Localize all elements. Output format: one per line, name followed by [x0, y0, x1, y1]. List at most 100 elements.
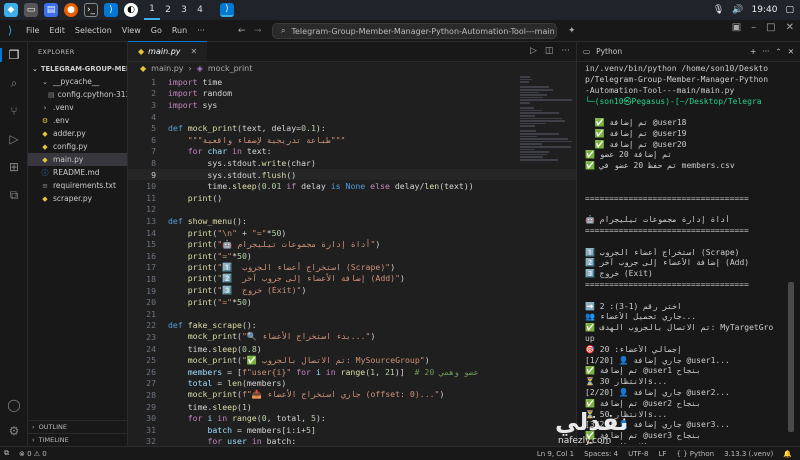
minimize-icon[interactable]: – — [751, 22, 756, 33]
explorer-item[interactable]: ◆ main.py — [28, 153, 127, 166]
terminal-name[interactable]: Python — [596, 47, 622, 56]
explorer-item[interactable]: ≡ requirements.txt — [28, 179, 127, 192]
browser-icon[interactable]: ◐ — [124, 3, 138, 17]
terminal-app-icon[interactable]: ›_ — [84, 3, 98, 17]
remote-indicator-icon[interactable]: ⧉ — [4, 449, 9, 458]
code-line[interactable]: 26 members = [f"user{i}" for i in range(… — [128, 366, 576, 378]
code-line[interactable]: 6 """طباعة تدريجية لإضفاء واقعية""" — [128, 134, 576, 146]
code-line[interactable]: 3 import sys — [128, 99, 576, 111]
workspace-3[interactable]: 3 — [176, 0, 192, 20]
explorer-item[interactable]: ⓘ README.md — [28, 166, 127, 179]
vscode-window-icon[interactable]: ⟩ — [220, 3, 234, 17]
project-root[interactable]: ⌄ TELEGRAM-GROUP-MEMB... — [28, 62, 127, 75]
code-line[interactable]: 22 def fake_scrape(): — [128, 320, 576, 332]
minimap[interactable] — [520, 76, 572, 161]
close-icon[interactable]: ✕ — [786, 22, 794, 33]
maximize-panel-icon[interactable]: ⌃ — [775, 47, 781, 56]
explorer-item[interactable]: ▤config.cpython-313.... — [28, 88, 127, 101]
app-launcher-icon[interactable]: ◆ — [4, 3, 18, 17]
desktop-icon[interactable]: ▭ — [24, 3, 38, 17]
tab-main-py[interactable]: ◆ main.py ✕ — [128, 41, 208, 61]
code-line[interactable]: 21 — [128, 308, 576, 320]
cursor-position[interactable]: Ln 9, Col 1 — [537, 450, 574, 458]
code-line[interactable]: 4 — [128, 111, 576, 123]
menu-item[interactable]: View — [122, 26, 141, 35]
menu-item[interactable]: Run — [172, 26, 187, 35]
extensions-icon[interactable]: ⊞ — [7, 160, 21, 174]
end-of-line[interactable]: LF — [659, 450, 667, 458]
account-icon[interactable]: ◯ — [7, 398, 21, 412]
code-line[interactable]: 27 total = len(members) — [128, 378, 576, 390]
add-terminal-icon[interactable]: + — [750, 47, 756, 56]
code-line[interactable]: 11 print() — [128, 192, 576, 204]
code-line[interactable]: 19 print("3️⃣ خروج (Exit)") — [128, 285, 576, 297]
python-interpreter[interactable]: 3.13.3 (.venv) — [724, 450, 773, 458]
menu-item[interactable]: Go — [151, 26, 162, 35]
explorer-item[interactable]: ◆ scraper.py — [28, 192, 127, 205]
close-panel-icon[interactable]: ✕ — [788, 47, 794, 56]
menu-item[interactable]: ··· — [197, 26, 205, 35]
back-arrow-icon[interactable]: ← — [238, 26, 246, 36]
more-actions-icon[interactable]: ··· — [561, 46, 570, 56]
more-actions-icon[interactable]: ··· — [762, 47, 769, 56]
code-line[interactable]: 16 print("="*50) — [128, 250, 576, 262]
run-file-icon[interactable]: ▷ — [530, 46, 537, 56]
code-line[interactable]: 2 import random — [128, 88, 576, 100]
split-editor-icon[interactable]: ◫ — [545, 46, 554, 56]
firefox-icon[interactable]: ● — [64, 3, 78, 17]
code-line[interactable]: 23 mock_print("🔍 بدء استخراج الأعضاء..."… — [128, 331, 576, 343]
explorer-item[interactable]: › .venv — [28, 101, 127, 114]
outline-section[interactable]: › OUTLINE — [28, 420, 128, 432]
command-center[interactable]: ⌕ Telegram-Group-Member-Manager-Python-A… — [272, 23, 557, 39]
menu-item[interactable]: Selection — [75, 26, 112, 35]
code-line[interactable]: 31 batch = members[i:i+5] — [128, 424, 576, 436]
source-control-icon[interactable]: ⑂ — [7, 104, 21, 118]
code-line[interactable]: 24 time.sleep(0.8) — [128, 343, 576, 355]
explorer-item[interactable]: ◆ adder.py — [28, 127, 127, 140]
code-line[interactable]: 5 def mock_print(text, delay=0.1): — [128, 122, 576, 134]
code-line[interactable]: 32 for user in batch: — [128, 436, 576, 446]
code-line[interactable]: 12 — [128, 204, 576, 216]
clock[interactable]: 19:40 — [752, 5, 778, 15]
maximize-icon[interactable]: □ — [766, 22, 775, 33]
code-line[interactable]: 10 time.sleep(0.01 if delay is None else… — [128, 180, 576, 192]
file-manager-icon[interactable]: ▤ — [44, 3, 58, 17]
code-editor[interactable]: 1 import time 2 import random 3 import sys 4 5 d… — [128, 76, 576, 446]
notifications-icon[interactable]: 🔔 — [783, 450, 792, 458]
indentation[interactable]: Spaces: 4 — [584, 450, 618, 458]
show-desktop-icon[interactable]: ▢ — [785, 5, 794, 15]
encoding[interactable]: UTF-8 — [628, 450, 648, 458]
code-line[interactable]: 18 print("2️⃣ إضافة الأعضاء إلى جروب آخر… — [128, 273, 576, 285]
code-line[interactable]: 8 sys.stdout.write(char) — [128, 157, 576, 169]
code-line[interactable]: 17 print("1️⃣ استخراج أعضاء الجروب (Scra… — [128, 262, 576, 274]
layout-icon[interactable]: ▣ — [732, 22, 741, 33]
code-line[interactable]: 1 import time — [128, 76, 576, 88]
code-line[interactable]: 15 print("🤖 أداة إدارة مجموعات تيليجرام"… — [128, 238, 576, 250]
explorer-item[interactable]: ⚙ .env — [28, 114, 127, 127]
vscode-app-icon[interactable]: ⟩ — [104, 3, 118, 17]
breadcrumb-file[interactable]: main.py — [151, 64, 183, 73]
explorer-item[interactable]: ◆ config.py — [28, 140, 127, 153]
menu-item[interactable]: Edit — [49, 26, 65, 35]
code-line[interactable]: 30 for i in range(0, total, 5): — [128, 412, 576, 424]
volume-icon[interactable]: 🔊 — [732, 5, 743, 15]
code-line[interactable]: 9 sys.stdout.flush() — [128, 169, 576, 181]
workspace-2[interactable]: 2 — [160, 0, 176, 20]
settings-gear-icon[interactable]: ⚙ — [7, 424, 21, 438]
language-mode[interactable]: { } Python — [676, 450, 714, 458]
code-line[interactable]: 29 time.sleep(1) — [128, 401, 576, 413]
run-debug-icon[interactable]: ▷ — [7, 132, 21, 146]
forward-arrow-icon[interactable]: → — [254, 26, 262, 36]
explorer-icon[interactable]: ❐ — [7, 48, 21, 62]
code-line[interactable]: 13 def show_menu(): — [128, 215, 576, 227]
remote-icon[interactable]: ⧉ — [7, 188, 21, 202]
timeline-section[interactable]: › TIMELINE — [28, 433, 128, 445]
workspace-4[interactable]: 4 — [192, 0, 208, 20]
code-line[interactable]: 14 print("\n" + "="*50) — [128, 227, 576, 239]
code-line[interactable]: 28 mock_print(f"📥 جاري استخراج الأعضاء (… — [128, 389, 576, 401]
explorer-item[interactable]: ⌄ __pycache__ — [28, 75, 127, 88]
close-tab-icon[interactable]: ✕ — [191, 47, 198, 56]
terminal-scrollbar[interactable] — [788, 282, 794, 432]
breadcrumb-symbol[interactable]: mock_print — [208, 64, 253, 73]
terminal-output[interactable]: in/.venv/bin/python /home/son10/Deskto p/… — [585, 64, 785, 444]
